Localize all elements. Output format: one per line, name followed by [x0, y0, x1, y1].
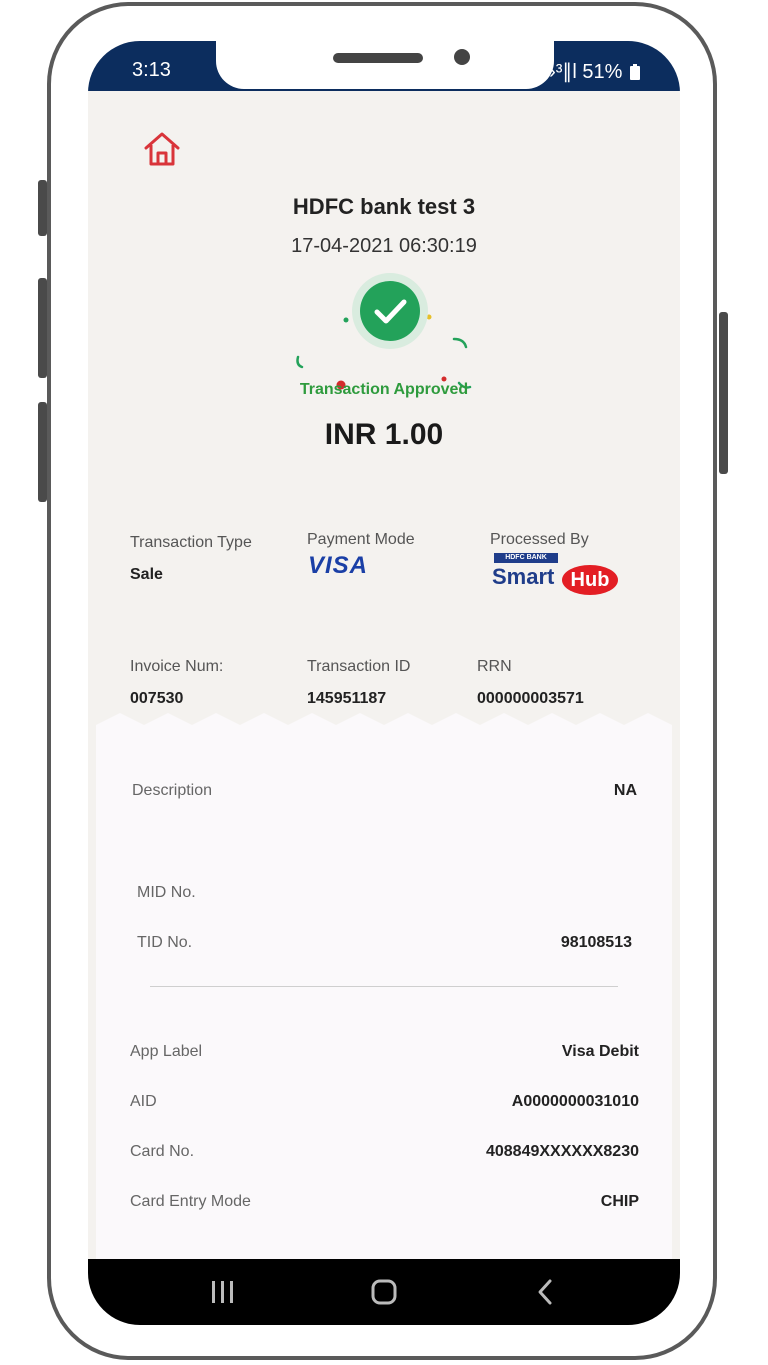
payment-mode-label: Payment Mode [307, 531, 415, 548]
status-indicators: ›³∥l 51% [549, 59, 640, 84]
aid-label: AID [130, 1093, 157, 1110]
status-time: 3:13 [132, 59, 171, 81]
receipt-torn-edge [96, 713, 672, 737]
transaction-amount: INR 1.00 [324, 418, 444, 451]
tid-label: TID No. [137, 934, 193, 951]
check-icon [360, 281, 420, 341]
smarthub-logo-smart: Smart [492, 564, 555, 589]
battery-icon [630, 64, 640, 80]
status-indicator-text: ›³∥l 51% [549, 61, 623, 83]
merchant-name: HDFC bank test 3 [292, 194, 476, 219]
phone-screen: 3:13 ›³∥l 51% HDFC bank test 3 17-04-202… [88, 41, 680, 1325]
card-number-value: 408849XXXXXX8230 [485, 1143, 639, 1160]
back-icon [538, 1279, 552, 1305]
home-button-icon [371, 1279, 397, 1305]
transaction-type-value: Sale [130, 566, 163, 583]
invoice-number-label: Invoice Num: [130, 658, 224, 675]
tid-value: 98108513 [560, 934, 632, 951]
processed-by-label: Processed By [490, 531, 589, 548]
rrn-value: 000000003571 [477, 690, 584, 707]
rrn-label: RRN [477, 658, 512, 675]
card-entry-mode-value: CHIP [600, 1193, 639, 1210]
camera-notch [216, 41, 554, 89]
bixby-button [38, 402, 47, 502]
card-number-label: Card No. [130, 1143, 195, 1160]
transaction-id-value: 145951187 [307, 690, 387, 707]
card-details: App Label Visa Debit AID A0000000031010 … [96, 1021, 672, 1259]
navigation-bar [88, 1259, 680, 1325]
card-entry-mode-label: Card Entry Mode [130, 1193, 251, 1210]
front-camera [454, 49, 470, 65]
transaction-type-label: Transaction Type [130, 534, 252, 551]
visa-logo: VISA [308, 552, 369, 579]
transaction-id-label: Transaction ID [307, 658, 411, 675]
smarthub-logo: HDFC BANK Smart Hub [492, 553, 624, 599]
speaker-grille [333, 53, 423, 63]
smarthub-logo-hub: Hub [562, 565, 618, 595]
home-icon[interactable] [142, 129, 182, 169]
description-label: Description [132, 782, 213, 799]
volume-up-button [38, 180, 47, 236]
mid-label: MID No. [137, 884, 196, 901]
recents-icon [212, 1281, 233, 1303]
invoice-number-value: 007530 [130, 690, 184, 707]
volume-down-button [38, 278, 47, 378]
aid-value: A0000000031010 [511, 1093, 639, 1110]
home-button[interactable] [344, 1259, 424, 1325]
hdfc-bank-logo: HDFC BANK [494, 553, 558, 563]
power-button [719, 312, 728, 474]
app-label-label: App Label [130, 1043, 203, 1060]
success-indicator [352, 273, 428, 349]
description-value: NA [613, 782, 637, 799]
transaction-datetime: 17-04-2021 06:30:19 [291, 235, 477, 257]
receipt-divider [150, 986, 618, 987]
recents-button[interactable] [183, 1259, 263, 1325]
back-button[interactable] [506, 1259, 586, 1325]
app-label-value: Visa Debit [561, 1043, 639, 1060]
transaction-status: Transaction Approved [299, 381, 469, 398]
